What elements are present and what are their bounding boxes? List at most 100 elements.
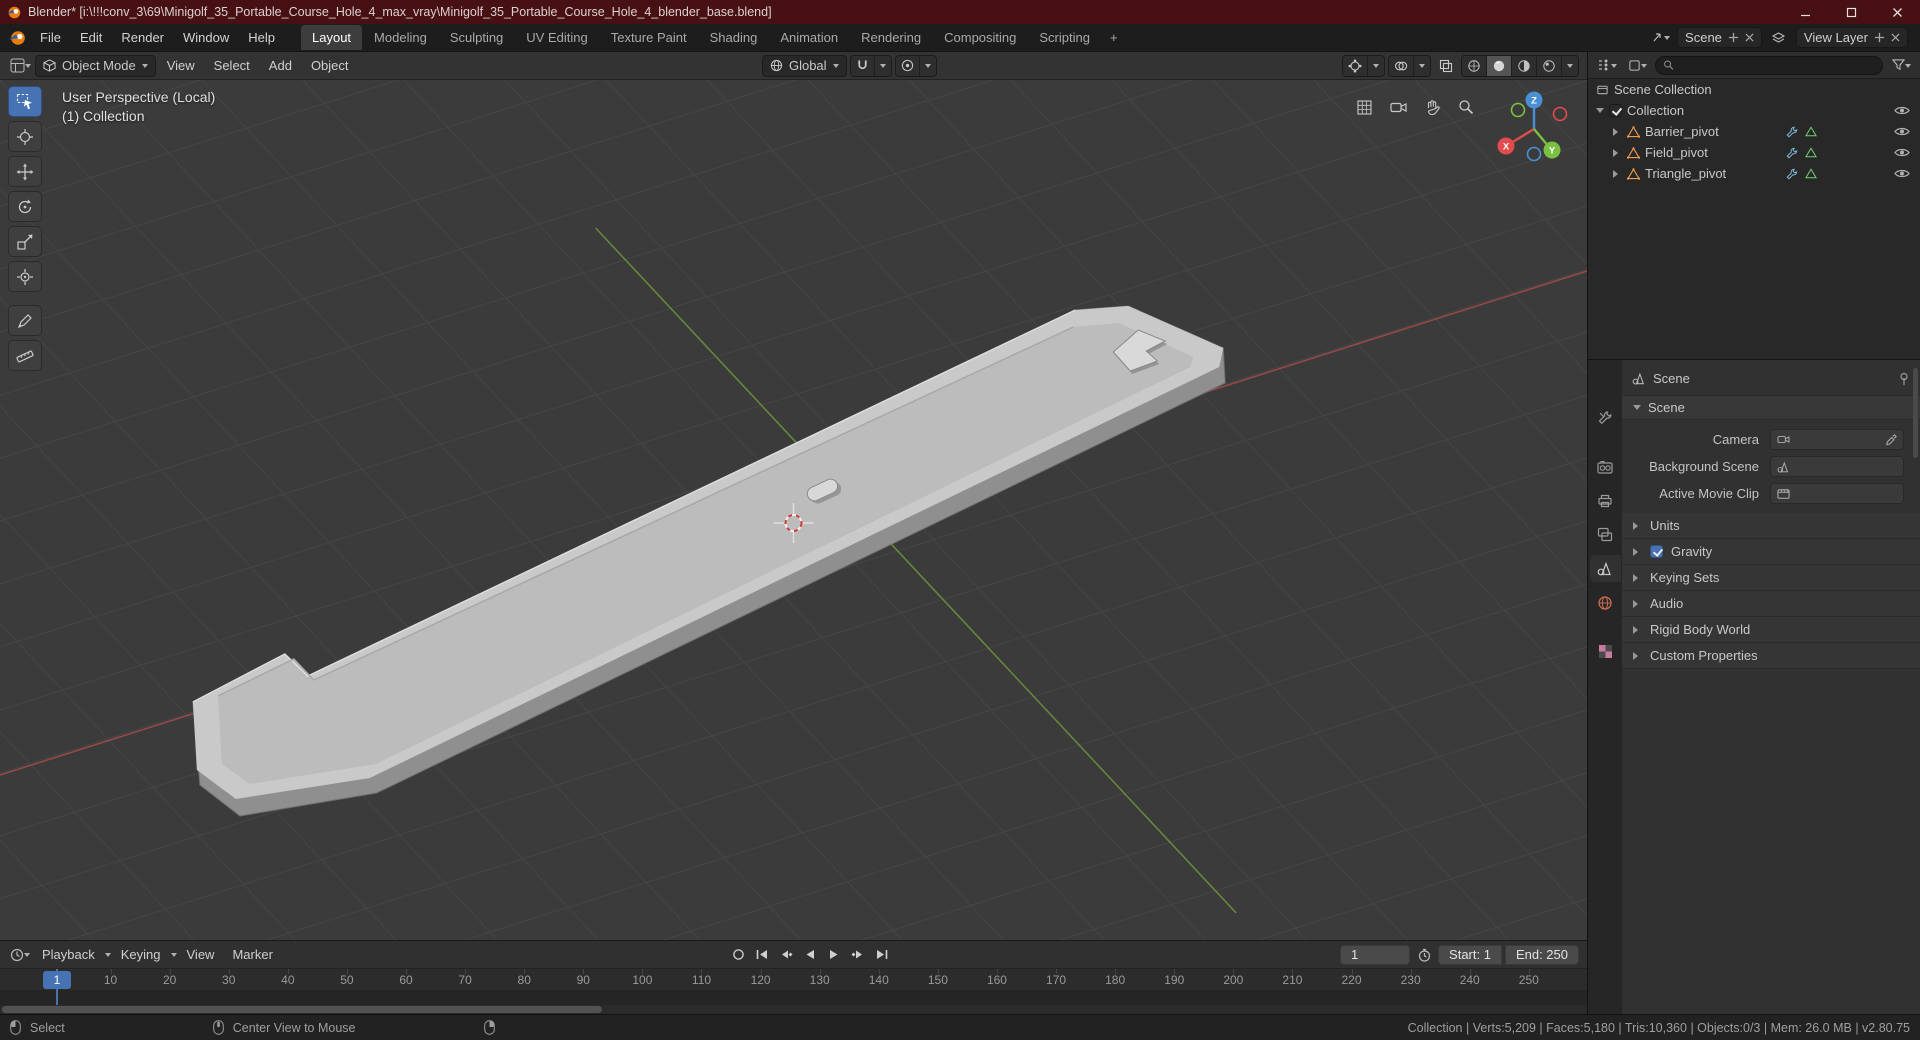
timeline-ruler[interactable]: 1 10 20 30 40 50 60 70 80 90 100 110 120… (0, 969, 1587, 991)
proportional-editing-dropdown[interactable] (919, 55, 936, 76)
collection-checkbox[interactable] (1609, 104, 1622, 117)
timeline-editor-type-button[interactable] (8, 944, 32, 966)
gizmo-negative-y-ball[interactable] (1510, 102, 1526, 118)
active-movie-clip-field[interactable] (1770, 483, 1904, 504)
expand-icon[interactable] (1613, 169, 1622, 178)
use-preview-range-stopwatch-icon[interactable] (1412, 944, 1436, 966)
outliner-search-input[interactable] (1679, 58, 1875, 72)
section-gravity[interactable]: Gravity (1622, 539, 1920, 565)
workspace-tab-texture-paint[interactable]: Texture Paint (600, 25, 698, 50)
menu-edit[interactable]: Edit (71, 26, 111, 49)
gizmo-negative-x-ball[interactable] (1552, 106, 1568, 122)
properties-scrollbar[interactable] (1913, 368, 1918, 458)
cursor-tool[interactable] (8, 121, 42, 152)
move-tool[interactable] (8, 156, 42, 187)
scene-selector[interactable]: Scene (1677, 27, 1762, 48)
visibility-eye-icon[interactable] (1894, 105, 1910, 116)
workspace-tab-scripting[interactable]: Scripting (1028, 25, 1101, 50)
frame-end-field[interactable]: End: 250 (1504, 944, 1579, 965)
expand-icon[interactable] (1613, 148, 1622, 157)
viewport-canvas[interactable] (0, 80, 1587, 940)
overlays-dropdown[interactable] (1414, 55, 1430, 76)
outliner-display-mode-dropdown[interactable] (1625, 54, 1649, 76)
toggle-perspective-icon[interactable] (1351, 94, 1377, 120)
modifier-wrench-icon[interactable] (1786, 147, 1798, 159)
section-expand-icon[interactable] (1633, 573, 1642, 582)
section-expand-icon[interactable] (1633, 521, 1642, 530)
timeline-track-area[interactable] (0, 991, 1587, 1005)
outliner-filter-funnel-icon[interactable] (1889, 54, 1913, 76)
section-keying-sets[interactable]: Keying Sets (1622, 565, 1920, 591)
collection-expand-icon[interactable] (1596, 108, 1604, 117)
viewport-3d[interactable]: User Perspective (Local) (1) Collection (0, 80, 1587, 940)
play-reverse-button[interactable] (800, 945, 821, 965)
play-button[interactable] (824, 945, 845, 965)
shading-wireframe-button[interactable] (1462, 55, 1487, 76)
minimize-button[interactable] (1782, 0, 1828, 24)
xray-toggle[interactable] (1434, 55, 1458, 77)
outliner-row-triangle-pivot[interactable]: Triangle_pivot (1588, 163, 1920, 184)
gizmo-negative-z-ball[interactable] (1526, 146, 1542, 162)
select-box-tool[interactable] (8, 86, 42, 117)
outliner-row-collection[interactable]: Collection (1588, 100, 1920, 121)
menu-add[interactable]: Add (261, 54, 300, 77)
menu-view[interactable]: View (159, 54, 203, 77)
workspace-tab-layout[interactable]: Layout (301, 25, 363, 50)
scale-tool[interactable] (8, 226, 42, 257)
section-expand-icon[interactable] (1633, 625, 1642, 634)
properties-tab-view-layer[interactable] (1590, 521, 1621, 548)
annotate-tool[interactable] (8, 305, 42, 336)
properties-tab-tool[interactable] (1590, 404, 1621, 431)
menu-object[interactable]: Object (303, 54, 357, 77)
rotate-tool[interactable] (8, 191, 42, 222)
view-layer-selector[interactable]: View Layer (1795, 27, 1908, 48)
visibility-eye-icon[interactable] (1894, 126, 1910, 137)
timeline-scrollbar-thumb[interactable] (2, 1006, 602, 1013)
gravity-checkbox[interactable] (1650, 545, 1663, 558)
workspace-tab-sculpting[interactable]: Sculpting (439, 25, 514, 50)
editor-type-button[interactable] (8, 55, 32, 77)
menu-window[interactable]: Window (174, 26, 238, 49)
timeline-menu-marker[interactable]: Marker (224, 943, 280, 966)
section-custom-properties[interactable]: Custom Properties (1622, 643, 1920, 669)
outliner-search-box[interactable] (1655, 55, 1883, 75)
move-view-hand-icon[interactable] (1419, 94, 1445, 120)
expand-icon[interactable] (1613, 127, 1622, 136)
outliner-editor-type-button[interactable] (1595, 54, 1619, 76)
workspace-tab-uv-editing[interactable]: UV Editing (515, 25, 598, 50)
workspace-tab-rendering[interactable]: Rendering (850, 25, 932, 50)
outliner-row-scene-collection[interactable]: Scene Collection (1588, 79, 1920, 100)
workspace-tab-animation[interactable]: Animation (769, 25, 849, 50)
mesh-data-icon[interactable] (1805, 167, 1817, 179)
current-frame-field[interactable]: 1 (1340, 944, 1411, 965)
transform-tool[interactable] (8, 261, 42, 292)
timeline-menu-playback[interactable]: Playback (34, 943, 103, 966)
new-scene-icon[interactable] (1728, 32, 1739, 43)
scene-panel-header[interactable]: Scene (1622, 395, 1920, 420)
navigation-gizmo[interactable]: Z X Y (1489, 84, 1579, 174)
zoom-magnifier-icon[interactable] (1453, 94, 1479, 120)
menu-render[interactable]: Render (112, 26, 173, 49)
section-units[interactable]: Units (1622, 513, 1920, 539)
section-audio[interactable]: Audio (1622, 591, 1920, 617)
workspace-tab-compositing[interactable]: Compositing (933, 25, 1027, 50)
menu-select[interactable]: Select (206, 54, 258, 77)
shading-material-button[interactable] (1512, 55, 1537, 76)
visibility-eye-icon[interactable] (1894, 147, 1910, 158)
shading-rendered-button[interactable] (1537, 55, 1562, 76)
previous-keyframe-button[interactable] (776, 945, 797, 965)
menu-help[interactable]: Help (239, 26, 284, 49)
frame-start-field[interactable]: Start: 1 (1438, 944, 1502, 965)
workspace-tab-shading[interactable]: Shading (699, 25, 769, 50)
shading-dropdown[interactable] (1562, 55, 1578, 76)
proportional-editing-toggle[interactable] (895, 55, 920, 76)
shading-solid-button[interactable] (1487, 55, 1512, 76)
panel-collapse-icon[interactable] (1633, 405, 1641, 414)
transform-orientation-dropdown[interactable]: Global (761, 54, 847, 77)
timeline-scrollbar[interactable] (0, 1005, 1587, 1014)
timeline-menu-keying[interactable]: Keying (113, 943, 169, 966)
background-scene-field[interactable] (1770, 456, 1904, 477)
menu-file[interactable]: File (31, 26, 70, 49)
close-button[interactable] (1874, 0, 1920, 24)
section-expand-icon[interactable] (1633, 599, 1642, 608)
